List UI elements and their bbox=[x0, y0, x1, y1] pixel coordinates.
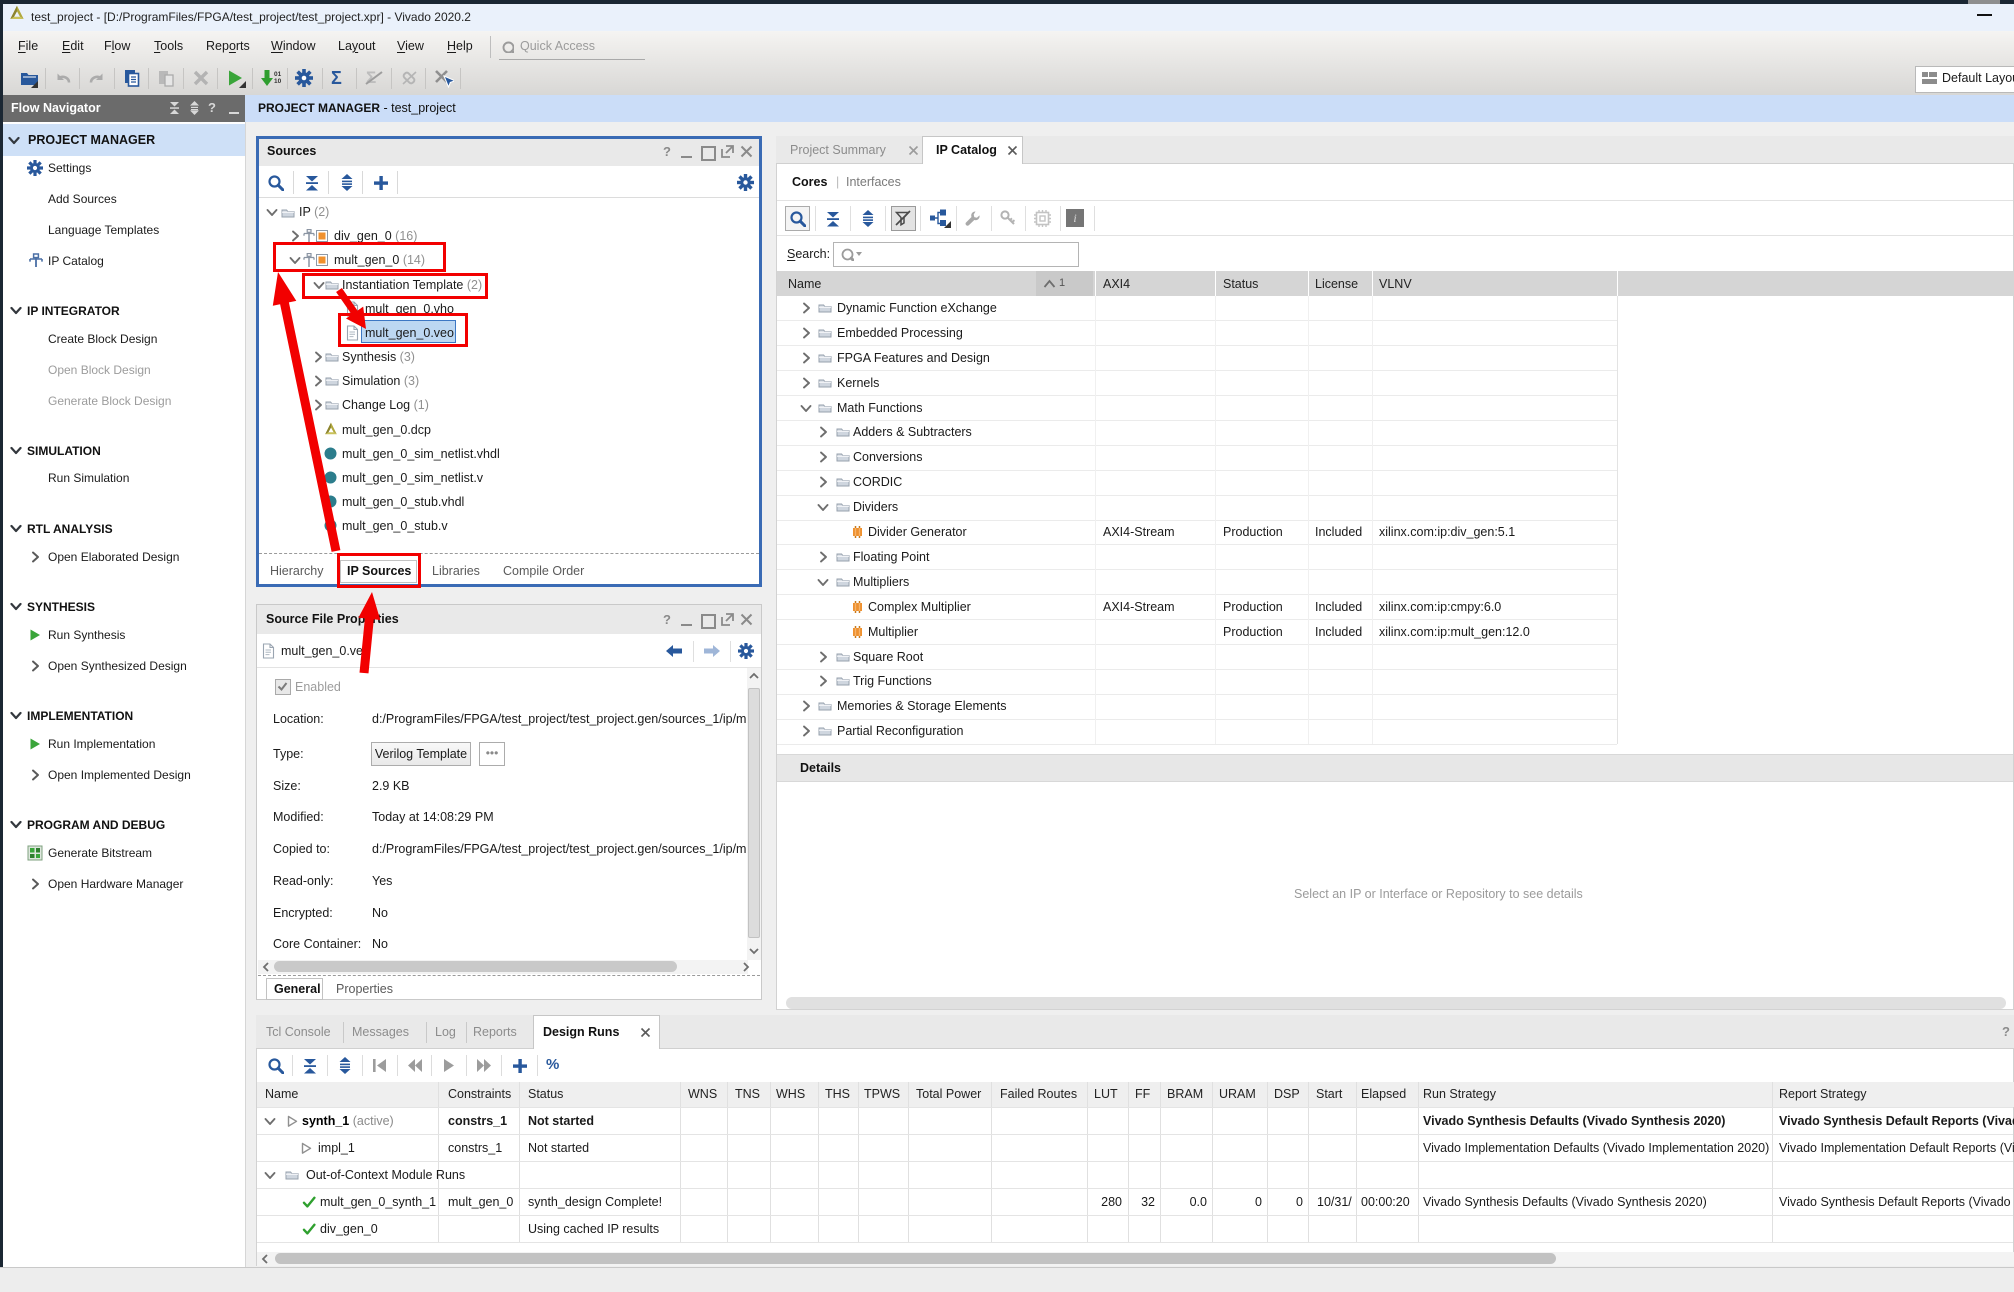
svg-text:10: 10 bbox=[274, 78, 282, 85]
svg-text:01: 01 bbox=[274, 71, 282, 78]
